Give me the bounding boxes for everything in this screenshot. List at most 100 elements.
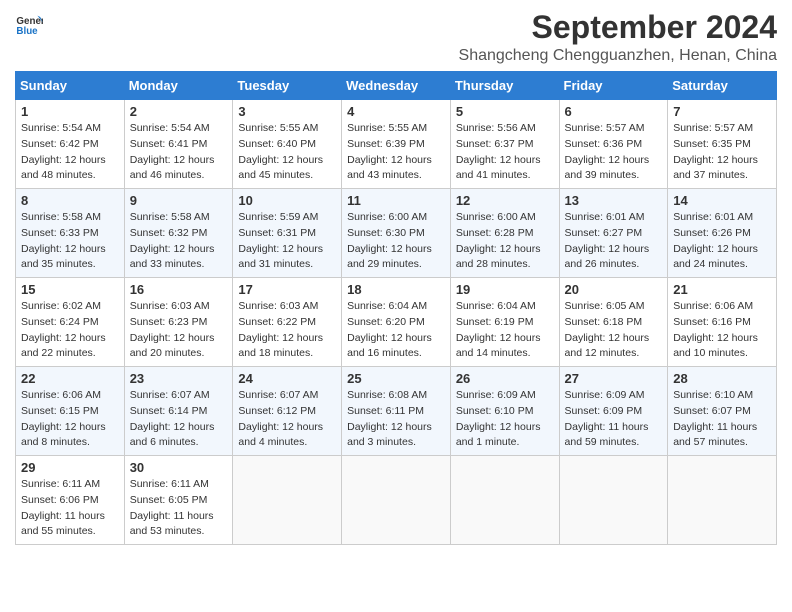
day-info: Sunrise: 5:54 AM Sunset: 6:41 PM Dayligh… [130,121,228,184]
daylight-label: Daylight: 12 hours and 39 minutes. [565,154,650,182]
calendar-cell [559,456,668,545]
day-info: Sunrise: 5:55 AM Sunset: 6:39 PM Dayligh… [347,121,445,184]
calendar-cell: 7 Sunrise: 5:57 AM Sunset: 6:35 PM Dayli… [668,100,777,189]
sunrise-label: Sunrise: 6:03 AM [130,300,210,312]
day-info: Sunrise: 5:57 AM Sunset: 6:36 PM Dayligh… [565,121,663,184]
sunrise-label: Sunrise: 5:54 AM [130,122,210,134]
logo: General Blue [15,10,43,38]
daylight-label: Daylight: 12 hours and 35 minutes. [21,243,106,271]
day-info: Sunrise: 6:00 AM Sunset: 6:28 PM Dayligh… [456,210,554,273]
calendar-cell: 1 Sunrise: 5:54 AM Sunset: 6:42 PM Dayli… [16,100,125,189]
day-number: 7 [673,104,771,119]
sunrise-label: Sunrise: 5:56 AM [456,122,536,134]
sunrise-label: Sunrise: 6:03 AM [238,300,318,312]
calendar-cell: 25 Sunrise: 6:08 AM Sunset: 6:11 PM Dayl… [342,367,451,456]
sunrise-label: Sunrise: 6:06 AM [673,300,753,312]
day-number: 19 [456,282,554,297]
daylight-label: Daylight: 12 hours and 46 minutes. [130,154,215,182]
day-number: 30 [130,460,228,475]
day-info: Sunrise: 6:02 AM Sunset: 6:24 PM Dayligh… [21,299,119,362]
header-monday: Monday [124,72,233,100]
week-row-1: 1 Sunrise: 5:54 AM Sunset: 6:42 PM Dayli… [16,100,777,189]
sunrise-label: Sunrise: 6:02 AM [21,300,101,312]
daylight-label: Daylight: 12 hours and 10 minutes. [673,332,758,360]
calendar-cell: 5 Sunrise: 5:56 AM Sunset: 6:37 PM Dayli… [450,100,559,189]
day-number: 1 [21,104,119,119]
sunset-label: Sunset: 6:37 PM [456,138,534,150]
day-info: Sunrise: 6:07 AM Sunset: 6:12 PM Dayligh… [238,388,336,451]
calendar-cell [450,456,559,545]
day-info: Sunrise: 6:05 AM Sunset: 6:18 PM Dayligh… [565,299,663,362]
daylight-label: Daylight: 12 hours and 3 minutes. [347,421,432,449]
calendar-cell: 6 Sunrise: 5:57 AM Sunset: 6:36 PM Dayli… [559,100,668,189]
day-number: 23 [130,371,228,386]
week-row-5: 29 Sunrise: 6:11 AM Sunset: 6:06 PM Dayl… [16,456,777,545]
day-number: 17 [238,282,336,297]
calendar-cell: 13 Sunrise: 6:01 AM Sunset: 6:27 PM Dayl… [559,189,668,278]
day-info: Sunrise: 6:04 AM Sunset: 6:19 PM Dayligh… [456,299,554,362]
sunset-label: Sunset: 6:27 PM [565,227,643,239]
calendar-header-row: SundayMondayTuesdayWednesdayThursdayFrid… [16,72,777,100]
day-number: 15 [21,282,119,297]
calendar-cell: 15 Sunrise: 6:02 AM Sunset: 6:24 PM Dayl… [16,278,125,367]
sunset-label: Sunset: 6:07 PM [673,405,751,417]
day-number: 27 [565,371,663,386]
sunrise-label: Sunrise: 6:08 AM [347,389,427,401]
day-info: Sunrise: 6:10 AM Sunset: 6:07 PM Dayligh… [673,388,771,451]
day-info: Sunrise: 6:06 AM Sunset: 6:16 PM Dayligh… [673,299,771,362]
daylight-label: Daylight: 12 hours and 41 minutes. [456,154,541,182]
svg-text:Blue: Blue [16,26,38,37]
calendar-cell: 4 Sunrise: 5:55 AM Sunset: 6:39 PM Dayli… [342,100,451,189]
daylight-label: Daylight: 12 hours and 14 minutes. [456,332,541,360]
daylight-label: Daylight: 12 hours and 6 minutes. [130,421,215,449]
calendar-cell: 24 Sunrise: 6:07 AM Sunset: 6:12 PM Dayl… [233,367,342,456]
sunrise-label: Sunrise: 6:09 AM [565,389,645,401]
sunrise-label: Sunrise: 6:04 AM [456,300,536,312]
sunrise-label: Sunrise: 5:58 AM [21,211,101,223]
daylight-label: Daylight: 12 hours and 26 minutes. [565,243,650,271]
day-info: Sunrise: 6:01 AM Sunset: 6:26 PM Dayligh… [673,210,771,273]
sunset-label: Sunset: 6:41 PM [130,138,208,150]
daylight-label: Daylight: 12 hours and 37 minutes. [673,154,758,182]
sunset-label: Sunset: 6:18 PM [565,316,643,328]
day-number: 21 [673,282,771,297]
daylight-label: Daylight: 12 hours and 28 minutes. [456,243,541,271]
calendar-cell: 16 Sunrise: 6:03 AM Sunset: 6:23 PM Dayl… [124,278,233,367]
sunrise-label: Sunrise: 6:04 AM [347,300,427,312]
sunset-label: Sunset: 6:39 PM [347,138,425,150]
day-number: 4 [347,104,445,119]
calendar-cell: 10 Sunrise: 5:59 AM Sunset: 6:31 PM Dayl… [233,189,342,278]
day-number: 20 [565,282,663,297]
day-info: Sunrise: 5:54 AM Sunset: 6:42 PM Dayligh… [21,121,119,184]
sunset-label: Sunset: 6:23 PM [130,316,208,328]
day-info: Sunrise: 5:58 AM Sunset: 6:33 PM Dayligh… [21,210,119,273]
title-section: September 2024 Shangcheng Chengguanzhen,… [459,10,777,65]
day-info: Sunrise: 6:01 AM Sunset: 6:27 PM Dayligh… [565,210,663,273]
sunset-label: Sunset: 6:30 PM [347,227,425,239]
daylight-label: Daylight: 12 hours and 33 minutes. [130,243,215,271]
location-title: Shangcheng Chengguanzhen, Henan, China [459,47,777,65]
calendar-cell: 21 Sunrise: 6:06 AM Sunset: 6:16 PM Dayl… [668,278,777,367]
daylight-label: Daylight: 11 hours and 55 minutes. [21,510,105,538]
sunrise-label: Sunrise: 5:55 AM [347,122,427,134]
daylight-label: Daylight: 12 hours and 48 minutes. [21,154,106,182]
day-info: Sunrise: 5:57 AM Sunset: 6:35 PM Dayligh… [673,121,771,184]
day-info: Sunrise: 6:04 AM Sunset: 6:20 PM Dayligh… [347,299,445,362]
calendar-cell: 2 Sunrise: 5:54 AM Sunset: 6:41 PM Dayli… [124,100,233,189]
header-thursday: Thursday [450,72,559,100]
day-number: 28 [673,371,771,386]
calendar-cell: 14 Sunrise: 6:01 AM Sunset: 6:26 PM Dayl… [668,189,777,278]
daylight-label: Daylight: 12 hours and 31 minutes. [238,243,323,271]
day-info: Sunrise: 6:00 AM Sunset: 6:30 PM Dayligh… [347,210,445,273]
sunrise-label: Sunrise: 6:11 AM [130,478,209,490]
sunset-label: Sunset: 6:31 PM [238,227,316,239]
daylight-label: Daylight: 11 hours and 53 minutes. [130,510,214,538]
sunset-label: Sunset: 6:24 PM [21,316,99,328]
sunrise-label: Sunrise: 6:10 AM [673,389,753,401]
day-number: 22 [21,371,119,386]
calendar-cell [668,456,777,545]
sunrise-label: Sunrise: 6:00 AM [347,211,427,223]
header-sunday: Sunday [16,72,125,100]
daylight-label: Daylight: 12 hours and 4 minutes. [238,421,323,449]
header-saturday: Saturday [668,72,777,100]
